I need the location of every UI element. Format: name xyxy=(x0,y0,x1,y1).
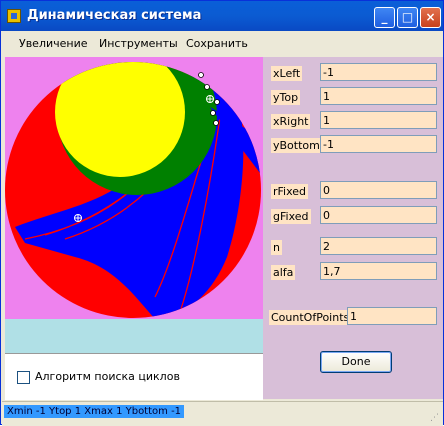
xright-input[interactable]: 1 xyxy=(320,111,437,129)
done-button[interactable]: Done xyxy=(320,351,392,373)
xleft-label: xLeft xyxy=(271,66,303,81)
gfixed-input[interactable]: 0 xyxy=(320,206,437,224)
orbit-point xyxy=(214,99,220,105)
orbit-point xyxy=(213,120,219,126)
phase-portrait[interactable] xyxy=(5,57,263,319)
orbit-point xyxy=(204,84,210,90)
dynamic-system-canvas[interactable] xyxy=(5,57,263,319)
menu-zoom[interactable]: Увеличение xyxy=(19,37,88,50)
gfixed-label: gFixed xyxy=(271,209,311,224)
options-panel: Алгоритм поиска циклов xyxy=(5,353,263,400)
n-input[interactable]: 2 xyxy=(320,237,437,255)
app-icon[interactable] xyxy=(7,9,21,23)
orbit-point xyxy=(198,72,204,78)
ybottom-input[interactable]: -1 xyxy=(320,135,437,153)
maximize-button[interactable]: □ xyxy=(397,7,418,28)
rfixed-input[interactable]: 0 xyxy=(320,181,437,199)
rfixed-label: rFixed xyxy=(271,184,309,199)
title-bar[interactable]: Динамическая система _ □ × xyxy=(1,1,443,31)
menu-save[interactable]: Сохранить xyxy=(186,37,248,50)
resize-grip-icon[interactable]: ⋰ xyxy=(430,413,440,423)
xright-label: xRight xyxy=(271,114,311,129)
orbit-point xyxy=(210,110,216,116)
cycle-search-checkbox[interactable] xyxy=(17,371,30,384)
alfa-label: alfa xyxy=(271,265,296,280)
minimize-button[interactable]: _ xyxy=(374,7,395,28)
countofpoints-input[interactable]: 1 xyxy=(347,307,437,325)
ybottom-label: yBottom xyxy=(271,138,322,153)
menu-tools[interactable]: Инструменты xyxy=(99,37,178,50)
countofpoints-label: CountOfPoints xyxy=(269,310,352,325)
status-text: Xmin -1 Ytop 1 Xmax 1 Ybottom -1 xyxy=(4,405,185,418)
canvas-strip xyxy=(5,319,263,353)
ytop-input[interactable]: 1 xyxy=(320,87,437,105)
status-bar: Xmin -1 Ytop 1 Xmax 1 Ybottom -1 ⋰ xyxy=(2,401,443,426)
n-label: n xyxy=(271,240,282,255)
xleft-input[interactable]: -1 xyxy=(320,63,437,81)
parameters-panel: xLeft -1 yTop 1 xRight 1 yBottom -1 rFix… xyxy=(263,57,443,399)
main-window: Динамическая система _ □ × Увеличение Ин… xyxy=(0,0,444,426)
alfa-input[interactable]: 1,7 xyxy=(320,262,437,280)
close-button[interactable]: × xyxy=(420,7,441,28)
window-title: Динамическая система xyxy=(27,8,202,23)
ytop-label: yTop xyxy=(271,90,301,105)
menu-bar: Увеличение Инструменты Сохранить xyxy=(2,31,443,55)
cycle-search-label[interactable]: Алгоритм поиска циклов xyxy=(35,370,180,383)
